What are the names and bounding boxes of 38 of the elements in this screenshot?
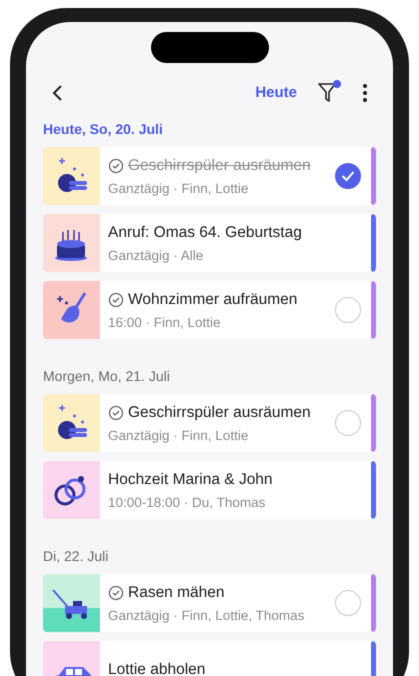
item-details: Ganztägig · Finn, Lottie bbox=[108, 180, 250, 196]
complete-checkbox[interactable] bbox=[335, 590, 361, 616]
item-details: Ganztägig · Finn, Lottie, Thomas bbox=[108, 608, 306, 622]
item-details: 10:00-18:00 · Du, Thomas bbox=[108, 494, 266, 510]
illustration-drawing bbox=[43, 574, 100, 632]
section-title: Heute, So, 20. Juli bbox=[43, 121, 164, 137]
item-title: Lottie abholen bbox=[108, 661, 206, 676]
item-details: Ganztägig · Finn, Lottie bbox=[108, 428, 250, 442]
complete-checkbox[interactable] bbox=[335, 163, 361, 189]
task-icon bbox=[108, 584, 124, 600]
task-card[interactable]: Rasen mähen Ganztägig · Finn, Lottie, Thomas bbox=[43, 574, 376, 632]
today-button[interactable]: Heute bbox=[251, 80, 301, 106]
item-title: Hochzeit Marina & John bbox=[108, 470, 273, 488]
illustration-drawing bbox=[43, 394, 100, 452]
complete-checkbox[interactable] bbox=[335, 297, 361, 323]
complete-checkbox[interactable] bbox=[335, 410, 361, 436]
illustration-drawing bbox=[43, 214, 100, 272]
task-icon bbox=[108, 292, 124, 308]
item-details: Ganztägig · Alle bbox=[108, 248, 204, 262]
illustration-drawing bbox=[43, 461, 100, 519]
section-title: Morgen, Mo, 21. Juli bbox=[43, 368, 171, 384]
item-title: Anruf: Omas 64. Geburtstag bbox=[108, 224, 302, 242]
item-title: Rasen mähen bbox=[128, 584, 225, 602]
task-card[interactable]: Geschirrspüler ausräumen Ganztägig · Finn, Lottie bbox=[43, 394, 376, 452]
illustration-drawing bbox=[43, 147, 100, 205]
task-icon bbox=[108, 158, 124, 174]
item-title: Geschirrspüler ausräumen bbox=[128, 156, 311, 174]
item-details: 16:00 · Finn, Lottie bbox=[108, 314, 222, 330]
event-card[interactable]: Anruf: Omas 64. Geburtstag Ganztägig · Alle bbox=[43, 214, 376, 272]
task-icon bbox=[108, 404, 124, 420]
task-card[interactable]: Wohnzimmer aufräumen 16:00 · Finn, Lottie bbox=[43, 281, 376, 339]
check-icon bbox=[341, 170, 355, 182]
section-title: Di, 22. Juli bbox=[43, 548, 110, 564]
item-title: Wohnzimmer aufräumen bbox=[128, 290, 298, 308]
event-card[interactable]: Hochzeit Marina & John 10:00-18:00 · Du, Thomas bbox=[43, 461, 376, 519]
item-title: Geschirrspüler ausräumen bbox=[128, 404, 311, 422]
illustration-drawing bbox=[43, 281, 100, 339]
event-card[interactable]: Lottie abholen bbox=[43, 641, 376, 676]
